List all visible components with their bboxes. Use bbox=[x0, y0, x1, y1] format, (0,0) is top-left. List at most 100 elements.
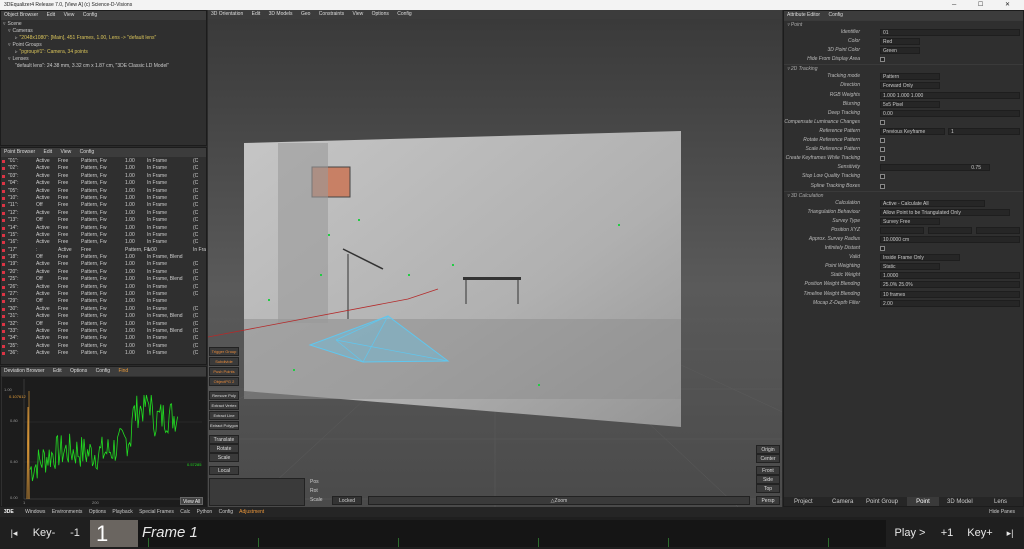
menu-playback[interactable]: Playback bbox=[112, 509, 132, 515]
center-button[interactable]: Center bbox=[756, 454, 780, 463]
point-row[interactable]: "18": Off Free Pattern, Fw 1.00 In Frame, Ble… bbox=[1, 254, 206, 261]
calculation-dropdown[interactable]: Active - Calculate All bbox=[880, 199, 985, 207]
transform-fields[interactable] bbox=[209, 478, 305, 506]
view-all-button[interactable]: View All bbox=[180, 497, 204, 505]
collapse-icon[interactable]: ▹ bbox=[15, 35, 18, 41]
3d-viewport[interactable]: 3D Orientation Edit 3D Models Geo Constr… bbox=[208, 10, 782, 507]
expand-icon[interactable]: ▿ bbox=[8, 56, 11, 62]
tree-lens-item[interactable]: "default lens": 24.38 mm, 3.32 cm x 1.87… bbox=[3, 63, 204, 70]
menu-edit[interactable]: Edit bbox=[53, 368, 62, 374]
menu-config[interactable]: Config bbox=[83, 12, 97, 18]
point-row[interactable]: "27": Active Free Pattern, Fw 1.00 In Frame (C bbox=[1, 291, 206, 298]
ref-pattern-num[interactable]: 1 bbox=[948, 127, 1020, 135]
expand-icon[interactable]: ▿ bbox=[8, 28, 11, 34]
hide-checkbox[interactable] bbox=[880, 57, 885, 63]
color-dropdown[interactable]: Red bbox=[880, 38, 920, 46]
expand-icon[interactable]: ▿ bbox=[8, 42, 11, 48]
position-y-field[interactable] bbox=[928, 226, 972, 234]
mocap-field[interactable]: 2.00 bbox=[880, 299, 1020, 307]
plus-one-button[interactable]: +1 bbox=[932, 520, 962, 547]
ref-pattern-dropdown[interactable]: Previous Keyframe bbox=[880, 127, 945, 135]
tree-point-groups[interactable]: ▿ Point Groups bbox=[3, 42, 204, 49]
timeline-scrubber[interactable]: Frame 1 bbox=[138, 520, 886, 547]
create-kf-checkbox[interactable] bbox=[880, 156, 885, 162]
play-button[interactable]: Play > bbox=[890, 520, 930, 547]
menu-constraints[interactable]: Constraints bbox=[319, 11, 344, 17]
menu-edit[interactable]: Edit bbox=[252, 11, 261, 17]
extract-polygon-button[interactable]: Extract Polygon bbox=[209, 421, 239, 430]
trigger-group-button[interactable]: Trigger Group bbox=[209, 347, 239, 356]
menu-view[interactable]: View bbox=[61, 149, 72, 155]
weighting-dropdown[interactable]: Static bbox=[880, 263, 940, 271]
local-button[interactable]: Local bbox=[209, 466, 239, 475]
perspective-button[interactable]: Persp bbox=[756, 496, 780, 505]
tab-project[interactable]: Project bbox=[794, 497, 813, 506]
first-frame-button[interactable]: |◂ bbox=[2, 520, 26, 547]
rotate-button[interactable]: Rotate bbox=[209, 444, 239, 453]
locked-toggle[interactable]: Locked bbox=[332, 496, 362, 505]
deviation-graph[interactable]: 1.00 0.80 0.40 0.00 0.107612 1 200 0.572… bbox=[2, 377, 206, 506]
extract-vertex-button[interactable]: Extract Vertex bbox=[209, 401, 239, 410]
menu-environments[interactable]: Environments bbox=[52, 509, 83, 515]
menu-view[interactable]: View bbox=[352, 11, 363, 17]
point-row[interactable]: "25": Off Free Pattern, Fw 1.00 In Frame, Ble… bbox=[1, 276, 206, 283]
tab-3d-model[interactable]: 3D Model bbox=[947, 497, 973, 506]
sensitivity-slider[interactable]: 0.75 bbox=[880, 164, 990, 172]
point-row[interactable]: "20": Active Free Pattern, Fw 1.00 In Frame (C bbox=[1, 269, 206, 276]
tracking-mode-dropdown[interactable]: Pattern bbox=[880, 73, 940, 81]
point-row[interactable]: "02": Active Free Pattern, Fw 1.00 In Frame (C bbox=[1, 165, 206, 172]
point-row[interactable]: "32": Off Free Pattern, Fw 1.00 In Frame (C bbox=[1, 321, 206, 328]
menu-view[interactable]: View bbox=[64, 12, 75, 18]
point-row[interactable]: "19": Active Free Pattern, Fw 1.00 In Frame (C bbox=[1, 261, 206, 268]
menu-adjustment[interactable]: Adjustment bbox=[239, 509, 264, 515]
menu-3d-models[interactable]: 3D Models bbox=[269, 11, 293, 17]
point-row[interactable]: "13": Off Free Pattern, Fw 1.00 In Frame (C bbox=[1, 217, 206, 224]
identifier-field[interactable]: 01 bbox=[880, 29, 1020, 36]
triangulation-dropdown[interactable]: Allow Point to be Triangulated Only bbox=[880, 208, 1010, 216]
window-controls[interactable]: ─ ☐ ✕ bbox=[952, 0, 1020, 10]
menu-options[interactable]: Options bbox=[89, 509, 106, 515]
point-row[interactable]: "26": Active Free Pattern, Fw 1.00 In Frame (C bbox=[1, 284, 206, 291]
scale-button[interactable]: Scale bbox=[209, 453, 239, 462]
valid-dropdown[interactable]: Inside Frame Only bbox=[880, 254, 960, 262]
point-row[interactable]: "31": Active Free Pattern, Fw 1.00 In Frame, … bbox=[1, 313, 206, 320]
side-view-button[interactable]: Side bbox=[756, 475, 780, 484]
menu-config[interactable]: Config bbox=[96, 368, 110, 374]
point-row[interactable]: "36": Active Free Pattern, Fw 1.00 In Frame (C bbox=[1, 350, 206, 357]
tab-camera[interactable]: Camera bbox=[832, 497, 853, 506]
frame-number-field[interactable]: 1 bbox=[90, 520, 138, 547]
menu-config[interactable]: Config bbox=[219, 509, 233, 515]
origin-button[interactable]: Origin bbox=[756, 445, 780, 454]
blurring-dropdown[interactable]: 5x5 Pixel bbox=[880, 100, 940, 108]
position-x-field[interactable] bbox=[880, 226, 924, 234]
tree-scene[interactable]: ▿ Scene bbox=[3, 21, 204, 28]
comp-lum-checkbox[interactable] bbox=[880, 119, 885, 125]
rotate-ref-checkbox[interactable] bbox=[880, 138, 885, 144]
minus-one-button[interactable]: -1 bbox=[62, 520, 88, 547]
point-row[interactable]: "29": Off Free Pattern, Fw 1.00 In Frame bbox=[1, 298, 206, 305]
tree-lenses[interactable]: ▿ Lenses bbox=[3, 56, 204, 63]
approx-field[interactable]: 10.0000 cm bbox=[880, 235, 1020, 243]
direction-dropdown[interactable]: Forward Only bbox=[880, 82, 940, 90]
collapse-icon[interactable]: ▹ bbox=[15, 49, 18, 55]
inf-distant-checkbox[interactable] bbox=[880, 246, 885, 252]
point-row[interactable]: "34": Active Free Pattern, Fw 1.00 In Frame (C bbox=[1, 335, 206, 342]
menu-options[interactable]: Options bbox=[372, 11, 389, 17]
point-row[interactable]: "17":ActiveFreePattern, Fw1.00In Frame bbox=[1, 247, 206, 254]
point-row[interactable]: "11": Off Free Pattern, Fw 1.00 In Frame (C bbox=[1, 202, 206, 209]
section-3d-calculation[interactable]: ▿ 3D Calculation bbox=[784, 190, 1023, 199]
push-points-button[interactable]: Push Points bbox=[209, 367, 239, 376]
menu-calc[interactable]: Calc bbox=[180, 509, 190, 515]
point-row[interactable]: "12": Active Free Pattern, Fw 1.00 In Frame (C bbox=[1, 210, 206, 217]
menu-config[interactable]: Config bbox=[828, 12, 842, 18]
rgb-weights-field[interactable]: 1.000 1.000 1.000 bbox=[880, 91, 1020, 99]
3d-point-color-dropdown[interactable]: Green bbox=[880, 47, 920, 55]
timeline-blend-field[interactable]: 10 frames bbox=[880, 290, 1020, 298]
point-row[interactable]: "16": Active Free Pattern, Fw 1.00 In Frame (C bbox=[1, 239, 206, 246]
point-row[interactable]: "05": Active Free Pattern, Fw 1.00 In Frame (C bbox=[1, 188, 206, 195]
section-2d-tracking[interactable]: ▿ 2D Tracking bbox=[784, 64, 1023, 72]
point-row[interactable]: "10": Active Free Pattern, Fw 1.00 In Frame (C bbox=[1, 195, 206, 202]
menu-edit[interactable]: Edit bbox=[44, 149, 53, 155]
menu-config[interactable]: Config bbox=[397, 11, 411, 17]
menu-config[interactable]: Config bbox=[80, 149, 94, 155]
